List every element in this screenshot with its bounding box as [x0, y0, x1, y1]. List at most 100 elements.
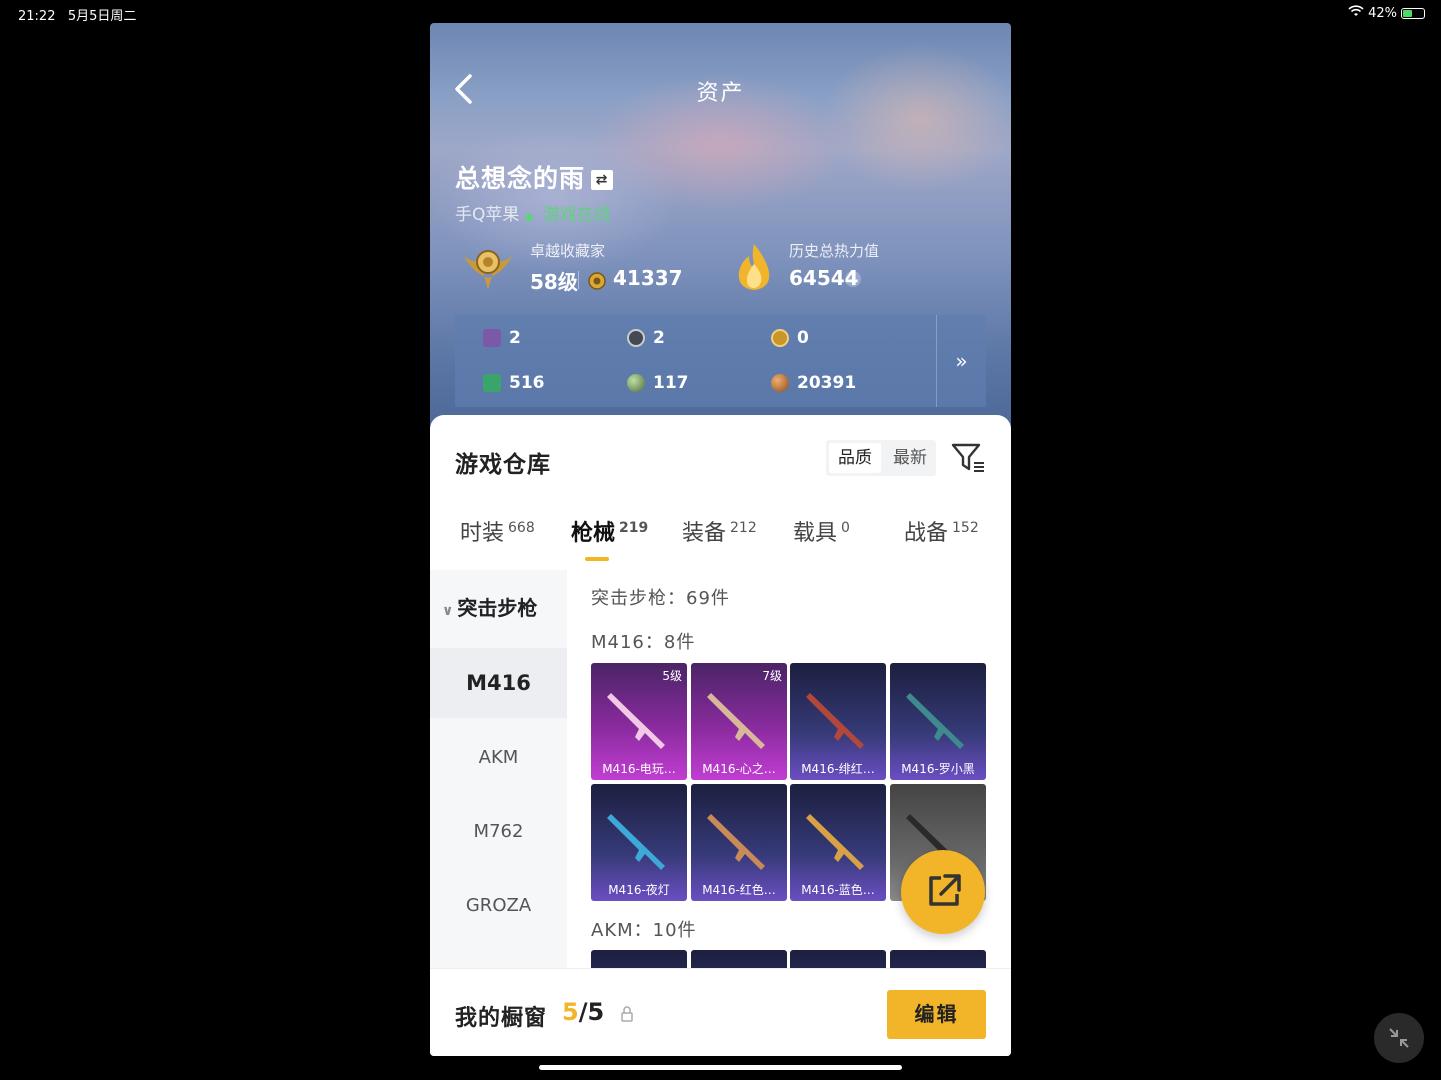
username: 总想念的雨 ⇄ — [455, 159, 614, 195]
home-indicator[interactable] — [539, 1065, 902, 1070]
item-name: M416-绯红… — [801, 762, 875, 776]
weapon-card[interactable]: 7级 M416-心之… — [691, 663, 787, 780]
weapon-card[interactable]: M416-红色… — [691, 784, 787, 901]
heat-stat[interactable]: 历史总热力值 64544 ? — [733, 238, 993, 298]
category-total: 突击步枪：69件 — [591, 588, 730, 609]
weapon-card[interactable] — [591, 950, 687, 970]
category-tabs: 时装 668 枪械 219 装备 212 载具 0 战备 152 — [430, 515, 1011, 565]
collector-stat[interactable]: 卓越收藏家 58级 41337 — [458, 238, 718, 298]
showcase-bar: 我的橱窗 5/5 编辑 — [430, 968, 1011, 1056]
collapse-icon — [1389, 1028, 1409, 1048]
item-name: M416-罗小黑 — [901, 762, 975, 776]
card-icon — [483, 329, 501, 347]
sidebar-item-akm[interactable]: AKM — [430, 738, 567, 778]
warehouse-panel: 游戏仓库 品质 最新 时装 668 枪械 219 装备 212 载具 0 战备 152 ∨… — [430, 415, 1011, 1056]
status-right: 42% — [1348, 5, 1425, 21]
bronze-coin-icon — [771, 374, 789, 392]
status-date: 5月5日周二 — [67, 9, 137, 24]
currency-item: 516 — [483, 373, 545, 393]
edit-button[interactable]: 编辑 — [887, 990, 986, 1039]
currency-item: 20391 — [771, 373, 856, 393]
ticket-icon — [483, 374, 501, 392]
group-title-akm: AKM：10件 — [591, 920, 697, 941]
coin-gold-icon — [771, 329, 789, 347]
rifle-icon — [707, 814, 765, 870]
tab-supplies[interactable]: 战备 152 — [904, 515, 979, 547]
battery-icon — [1401, 7, 1425, 19]
rifle-icon — [806, 814, 864, 870]
weapon-card[interactable] — [790, 950, 886, 970]
sort-toggle: 品质 最新 — [826, 440, 936, 476]
currency-panel[interactable]: 2 2 0 516 117 20391 » — [455, 315, 986, 407]
item-level: 7级 — [762, 669, 782, 683]
sort-quality[interactable]: 品质 — [829, 443, 881, 473]
currency-item: 2 — [627, 328, 665, 348]
chevron-down-icon: ∨ — [442, 603, 454, 619]
status-time-date: 21:22 5月5日周二 — [18, 5, 136, 24]
minimize-button[interactable] — [1374, 1013, 1424, 1063]
wifi-icon — [1348, 5, 1364, 21]
share-button[interactable] — [901, 850, 985, 934]
sidebar-item-m416[interactable]: M416 — [430, 648, 567, 718]
lock-icon — [621, 1006, 633, 1022]
online-dot-icon: ● — [524, 212, 534, 223]
item-name: M416-红色… — [702, 883, 776, 897]
filter-button[interactable] — [950, 441, 986, 475]
item-name: M416-心之… — [702, 762, 776, 776]
sidebar-item-groza[interactable]: GROZA — [430, 886, 567, 926]
item-name: M416-蓝色… — [801, 883, 875, 897]
akm-grid — [591, 950, 987, 970]
active-tab-indicator — [585, 557, 609, 561]
coin-s-icon — [627, 329, 645, 347]
showcase-count: 5/5 — [562, 998, 605, 1026]
weapon-card[interactable]: M416-绯红… — [790, 663, 886, 780]
status-time: 21:22 — [18, 9, 56, 24]
currency-item: 0 — [771, 328, 809, 348]
tab-vehicles[interactable]: 载具 0 — [793, 515, 850, 547]
profile-hero: 资产 总想念的雨 ⇄ 手Q苹果 ● 游戏在线 卓越收藏家 58级 41337 历… — [430, 23, 1011, 443]
weapon-card[interactable]: M416-罗小黑 — [890, 663, 986, 780]
orb-icon — [627, 374, 645, 392]
collector-label: 卓越收藏家 — [530, 242, 606, 260]
rifle-icon — [707, 693, 765, 749]
sort-newest[interactable]: 最新 — [884, 443, 936, 473]
tab-equipment[interactable]: 装备 212 — [682, 515, 757, 547]
rifle-icon — [607, 814, 665, 870]
tab-guns[interactable]: 枪械 219 — [571, 515, 648, 547]
item-name: M416-电玩… — [602, 762, 676, 776]
heat-label: 历史总热力值 — [789, 242, 880, 260]
item-name: M416-夜灯 — [608, 883, 670, 897]
weapon-card[interactable] — [890, 950, 986, 970]
weapon-sidebar: ∨ 突击步枪 M416 AKM M762 GROZA — [430, 570, 567, 970]
external-link-icon — [929, 874, 961, 906]
currency-item: 117 — [627, 373, 689, 393]
account-type: 手Q苹果 — [455, 205, 520, 225]
currency-more-button[interactable]: » — [936, 315, 986, 407]
flame-icon — [738, 244, 770, 290]
item-level: 5级 — [662, 669, 682, 683]
tab-fashion[interactable]: 时装 668 — [460, 515, 535, 547]
account-info: 手Q苹果 ● 游戏在线 — [455, 200, 611, 225]
weapon-card[interactable]: M416-蓝色… — [790, 784, 886, 901]
switch-account-icon[interactable]: ⇄ — [591, 170, 614, 190]
app-window: 资产 总想念的雨 ⇄ 手Q苹果 ● 游戏在线 卓越收藏家 58级 41337 历… — [430, 23, 1011, 1056]
rifle-icon — [906, 693, 964, 749]
warehouse-title: 游戏仓库 — [455, 452, 551, 478]
category-header[interactable]: ∨ 突击步枪 — [442, 592, 537, 621]
sidebar-item-m762[interactable]: M762 — [430, 812, 567, 852]
online-status: 游戏在线 — [542, 205, 611, 225]
battery-percent: 42% — [1368, 5, 1397, 21]
group-title-m416: M416：8件 — [591, 632, 696, 653]
username-text: 总想念的雨 — [455, 164, 586, 193]
weapon-card[interactable]: M416-夜灯 — [591, 784, 687, 901]
weapon-card[interactable]: 5级 M416-电玩… — [591, 663, 687, 780]
collector-point-icon — [588, 272, 606, 290]
collector-level: 58级 — [530, 270, 578, 294]
double-chevron-right-icon: » — [955, 349, 968, 373]
weapon-card[interactable] — [691, 950, 787, 970]
rifle-icon — [806, 693, 864, 749]
help-icon[interactable]: ? — [845, 271, 861, 287]
showcase-label: 我的橱窗 — [455, 1006, 548, 1031]
currency-item: 2 — [483, 328, 521, 348]
filter-icon — [951, 443, 984, 472]
